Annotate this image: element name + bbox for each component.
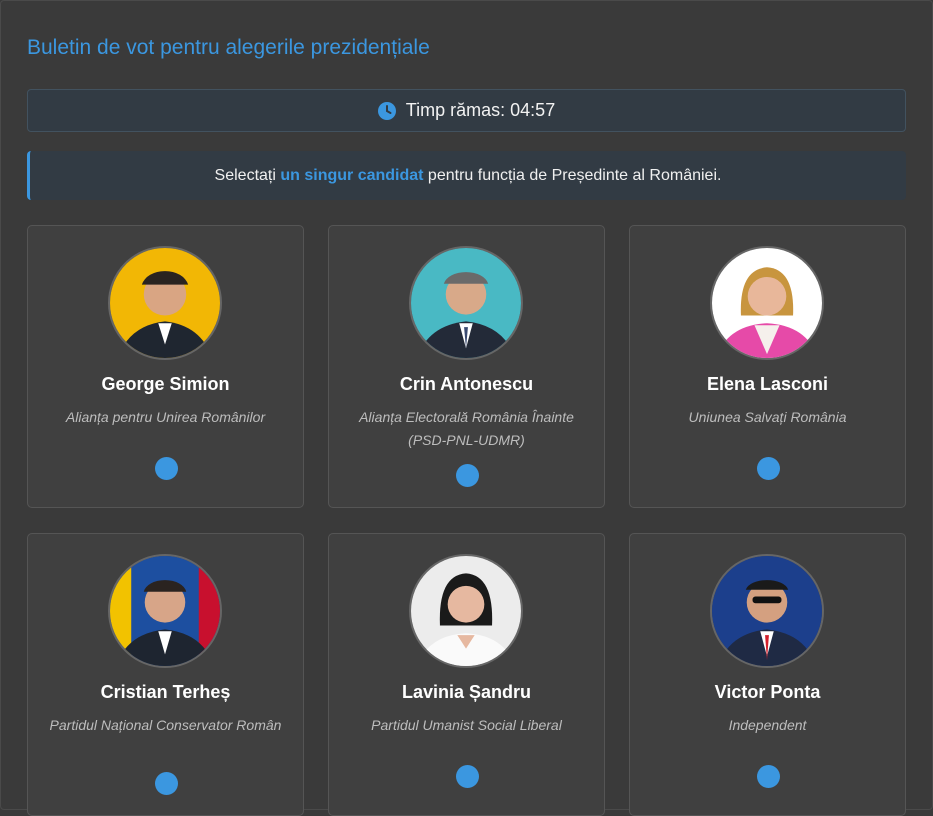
candidate-photo: [108, 554, 222, 668]
timer-label: Timp rămas:: [405, 100, 506, 120]
candidate-card[interactable]: Victor Ponta Independent: [629, 533, 906, 816]
timer-value: 04:57: [510, 100, 556, 120]
candidate-card[interactable]: Elena Lasconi Uniunea Salvați România: [629, 225, 906, 508]
notice-before: Selectați: [214, 166, 281, 184]
timer-bar: Timp rămas: 04:57: [27, 89, 906, 132]
select-radio[interactable]: [757, 765, 780, 788]
instruction-notice: Selectați un singur candidat pentru func…: [27, 151, 906, 200]
candidate-name: Lavinia Șandru: [401, 682, 532, 702]
candidate-card[interactable]: George Simion Alianța pentru Unirea Româ…: [27, 225, 304, 508]
candidate-photo: [108, 246, 222, 360]
clock-icon: [377, 101, 396, 120]
candidate-card[interactable]: Cristian Terheș Partidul Național Conser…: [27, 533, 304, 816]
candidate-name: Victor Ponta: [714, 682, 821, 702]
select-radio[interactable]: [155, 457, 178, 480]
page-title: Buletin de vot pentru alegerile preziden…: [27, 36, 430, 59]
candidate-photo: [710, 554, 824, 668]
timer-text: Timp rămas: 04:57: [406, 100, 555, 121]
candidate-card[interactable]: Crin Antonescu Alianța Electorală Români…: [328, 225, 605, 508]
candidate-party: Independent: [728, 717, 807, 733]
select-radio[interactable]: [757, 457, 780, 480]
notice-text: Selectați un singur candidat pentru func…: [215, 167, 722, 185]
candidate-name: George Simion: [101, 374, 230, 394]
candidate-party: Partidul Umanist Social Liberal: [371, 717, 562, 733]
select-radio[interactable]: [155, 772, 178, 795]
candidate-photo: [409, 554, 523, 668]
candidate-name: Elena Lasconi: [706, 374, 829, 394]
select-radio[interactable]: [456, 464, 479, 487]
candidate-party: Partidul Național Conservator Român: [49, 717, 282, 733]
candidate-card[interactable]: Lavinia Șandru Partidul Umanist Social L…: [328, 533, 605, 816]
candidate-party: Alianța Electorală România Înainte (PSD-…: [359, 409, 574, 448]
notice-after: pentru funcția de Președinte al României…: [423, 166, 722, 184]
candidate-party: Uniunea Salvați România: [688, 409, 847, 425]
candidate-name: Crin Antonescu: [399, 374, 534, 394]
candidate-photo: [409, 246, 523, 360]
notice-highlight: un singur candidat: [280, 166, 424, 184]
select-radio[interactable]: [456, 765, 479, 788]
candidate-name: Cristian Terheș: [100, 682, 231, 702]
candidate-party: Alianța pentru Unirea Românilor: [65, 409, 266, 425]
candidate-photo: [710, 246, 824, 360]
